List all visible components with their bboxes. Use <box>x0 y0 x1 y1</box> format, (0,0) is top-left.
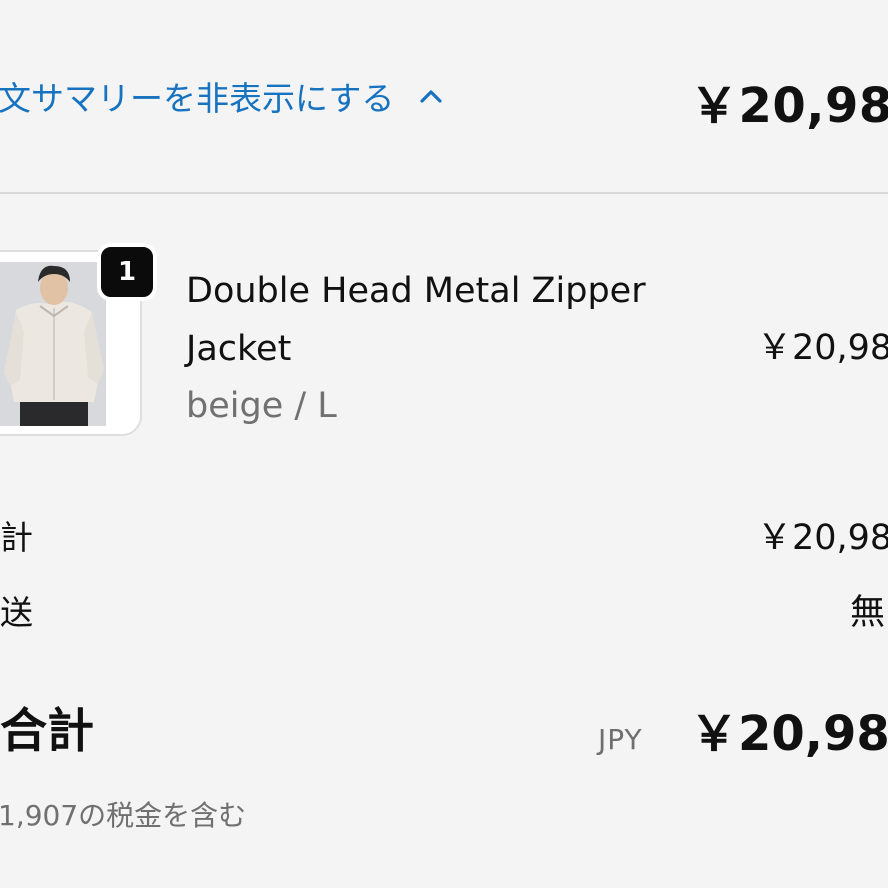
subtotal-value: ￥20,98 <box>757 518 888 558</box>
order-summary-toggle-label: 文サマリーを非表示にする <box>0 79 395 118</box>
currency-code: JPY <box>598 723 643 756</box>
header-total-price: ￥20,98 <box>690 78 888 134</box>
total-label: 合計 <box>0 704 94 759</box>
shipping-label: 送 <box>0 593 33 632</box>
tax-note: 1,907の税金を含む <box>0 799 247 832</box>
shipping-value: 無 <box>850 593 886 633</box>
chevron-up-icon <box>416 81 446 111</box>
product-variant: beige / L <box>186 386 337 426</box>
subtotal-label: 計 <box>0 518 33 557</box>
header-divider <box>0 192 888 194</box>
product-name: Double Head Metal Zipper Jacket <box>186 271 646 369</box>
product-price: ￥20,98 <box>757 328 888 368</box>
total-value: ￥20,98 <box>690 706 888 762</box>
order-summary-toggle[interactable]: 文サマリーを非表示にする <box>0 74 446 118</box>
quantity-badge: 1 <box>97 243 157 301</box>
